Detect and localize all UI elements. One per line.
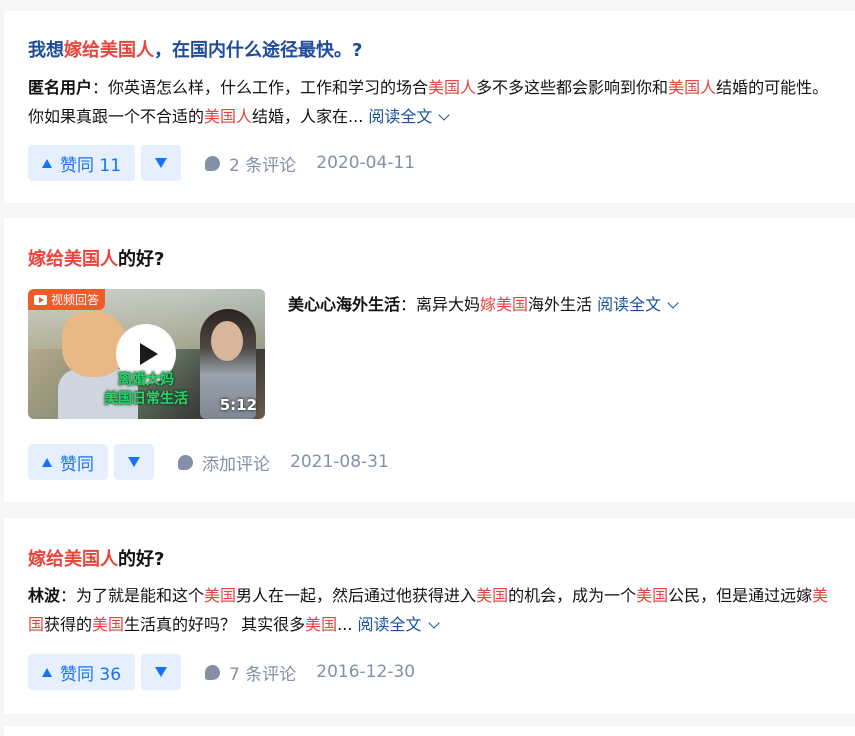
vote-down-icon bbox=[155, 667, 168, 677]
excerpt-text: 多不多这些都会影响到你和 bbox=[476, 78, 669, 97]
excerpt-text: ：离异大妈 bbox=[400, 295, 481, 314]
read-more-link[interactable]: 阅读全文 bbox=[597, 295, 683, 314]
video-answer-badge: 视频回答 bbox=[28, 289, 106, 310]
vote-down-button[interactable] bbox=[141, 654, 182, 690]
comment-button[interactable]: 7 条评论 bbox=[205, 660, 296, 685]
excerpt-text: ：你英语怎么样，什么工作，工作和学习的场合 bbox=[92, 78, 429, 97]
action-bar: 赞同 11 2 条评论 2020-04-11 bbox=[28, 145, 415, 181]
vote-up-icon bbox=[42, 457, 52, 467]
answer-date: 2020-04-11 bbox=[316, 153, 416, 173]
excerpt-highlight: 美国 bbox=[92, 615, 125, 634]
excerpt-text: ：为了就是能和这个 bbox=[60, 586, 205, 605]
comment-label: 2 条评论 bbox=[229, 155, 297, 176]
excerpt-text: 获得的 bbox=[44, 615, 93, 634]
chevron-down-icon bbox=[667, 297, 679, 309]
author-name: 美心心海外生活 bbox=[288, 295, 401, 314]
vote-label: 赞同 11 bbox=[60, 155, 122, 176]
vote-up-icon bbox=[42, 667, 52, 677]
answer-excerpt[interactable]: 美心心海外生活：离异大妈嫁美国海外生活 阅读全文 bbox=[288, 292, 683, 318]
question-title[interactable]: 嫁给美国人的好? bbox=[28, 247, 164, 273]
excerpt-text: ... bbox=[337, 615, 353, 634]
excerpt-highlight: 美国 bbox=[204, 586, 237, 605]
vote-up-button[interactable]: 赞同 11 bbox=[28, 145, 136, 181]
vote-label: 赞同 36 bbox=[60, 664, 122, 685]
read-more-label: 阅读全文 bbox=[368, 107, 433, 126]
vote-down-icon bbox=[128, 457, 140, 467]
title-text: 的好? bbox=[118, 549, 165, 570]
vote-up-button[interactable]: 赞同 36 bbox=[28, 654, 136, 690]
answer-card bbox=[4, 726, 855, 736]
excerpt-highlight: 美国 bbox=[636, 586, 669, 605]
comment-icon bbox=[178, 454, 193, 470]
title-highlight: 嫁给美国人 bbox=[64, 40, 154, 61]
title-highlight: 嫁给美国人 bbox=[28, 549, 118, 570]
answer-date: 2016-12-30 bbox=[316, 662, 416, 682]
question-title[interactable]: 嫁给美国人的好? bbox=[28, 547, 164, 573]
vote-up-icon bbox=[42, 158, 52, 168]
comment-button[interactable]: 添加评论 bbox=[178, 450, 270, 475]
video-face bbox=[211, 321, 243, 361]
excerpt-text: 的机会，成为一个 bbox=[508, 586, 637, 605]
comment-icon bbox=[205, 155, 221, 171]
read-more-link[interactable]: 阅读全文 bbox=[368, 107, 454, 126]
comment-label: 添加评论 bbox=[202, 454, 270, 475]
question-title[interactable]: 我想嫁给美国人，在国内什么途径最快。? bbox=[28, 38, 362, 64]
excerpt-highlight: 嫁美国 bbox=[480, 295, 529, 314]
badge-label: 视频回答 bbox=[51, 293, 100, 307]
caption-line: 离婚大妈 bbox=[118, 372, 174, 388]
excerpt-highlight: 美国 bbox=[305, 615, 338, 634]
answer-card: 我想嫁给美国人，在国内什么途径最快。? 匿名用户：你英语怎么样，什么工作，工作和… bbox=[4, 11, 855, 203]
chevron-down-icon bbox=[427, 617, 440, 629]
read-more-label: 阅读全文 bbox=[357, 615, 422, 634]
comment-label: 7 条评论 bbox=[229, 664, 297, 685]
answer-card: 嫁给美国人的好? 视频回答 离婚大妈美国日常生活 5:12 美心心海外生活：离异… bbox=[4, 218, 855, 502]
answer-card: 嫁给美国人的好? 林波：为了就是能和这个美国男人在一起，然后通过他获得进入美国的… bbox=[4, 518, 855, 714]
excerpt-text: 男人在一起，然后通过他获得进入 bbox=[236, 586, 477, 605]
read-more-label: 阅读全文 bbox=[597, 295, 662, 314]
video-thumbnail[interactable]: 视频回答 离婚大妈美国日常生活 5:12 bbox=[28, 289, 265, 419]
answer-date: 2021-08-31 bbox=[290, 452, 389, 472]
action-bar: 赞同 36 7 条评论 2016-12-30 bbox=[28, 654, 415, 690]
comment-icon bbox=[205, 664, 221, 680]
author-name: 匿名用户 bbox=[28, 78, 93, 97]
excerpt-highlight: 美国人 bbox=[204, 107, 253, 126]
read-more-link[interactable]: 阅读全文 bbox=[358, 615, 444, 634]
video-duration: 5:12 bbox=[219, 396, 257, 414]
excerpt-text: 生活真的好吗？ 其实很多 bbox=[124, 615, 306, 634]
vote-down-icon bbox=[155, 158, 168, 168]
chevron-down-icon bbox=[438, 109, 451, 121]
excerpt-highlight: 美国人 bbox=[428, 78, 477, 97]
answer-excerpt[interactable]: 匿名用户：你英语怎么样，什么工作，工作和学习的场合美国人多不多这些都会影响到你和… bbox=[28, 73, 836, 131]
title-highlight: 嫁给美国人 bbox=[28, 249, 118, 270]
answer-excerpt[interactable]: 林波：为了就是能和这个美国男人在一起，然后通过他获得进入美国的机会，成为一个美国… bbox=[28, 581, 836, 639]
title-text: ，在国内什么途径最快。? bbox=[154, 40, 363, 61]
vote-down-button[interactable] bbox=[114, 444, 154, 480]
video-caption: 离婚大妈美国日常生活 bbox=[96, 371, 196, 409]
excerpt-highlight: 美国 bbox=[476, 586, 509, 605]
video-badge-icon bbox=[34, 294, 47, 305]
comment-button[interactable]: 2 条评论 bbox=[205, 151, 296, 176]
title-text: 我想 bbox=[28, 40, 64, 61]
title-text: 的好? bbox=[118, 249, 165, 270]
excerpt-text: 公民，但是通过远嫁 bbox=[668, 586, 813, 605]
author-name: 林波 bbox=[28, 586, 61, 605]
excerpt-highlight: 美国人 bbox=[668, 78, 717, 97]
caption-line: 美国日常生活 bbox=[104, 391, 188, 407]
vote-down-button[interactable] bbox=[141, 145, 182, 181]
vote-up-button[interactable]: 赞同 bbox=[28, 444, 108, 480]
action-bar: 赞同 添加评论 2021-08-31 bbox=[28, 444, 389, 480]
excerpt-text: 结婚，人家在... bbox=[252, 107, 364, 126]
excerpt-text: 海外生活 bbox=[528, 295, 593, 314]
vote-label: 赞同 bbox=[60, 454, 94, 475]
